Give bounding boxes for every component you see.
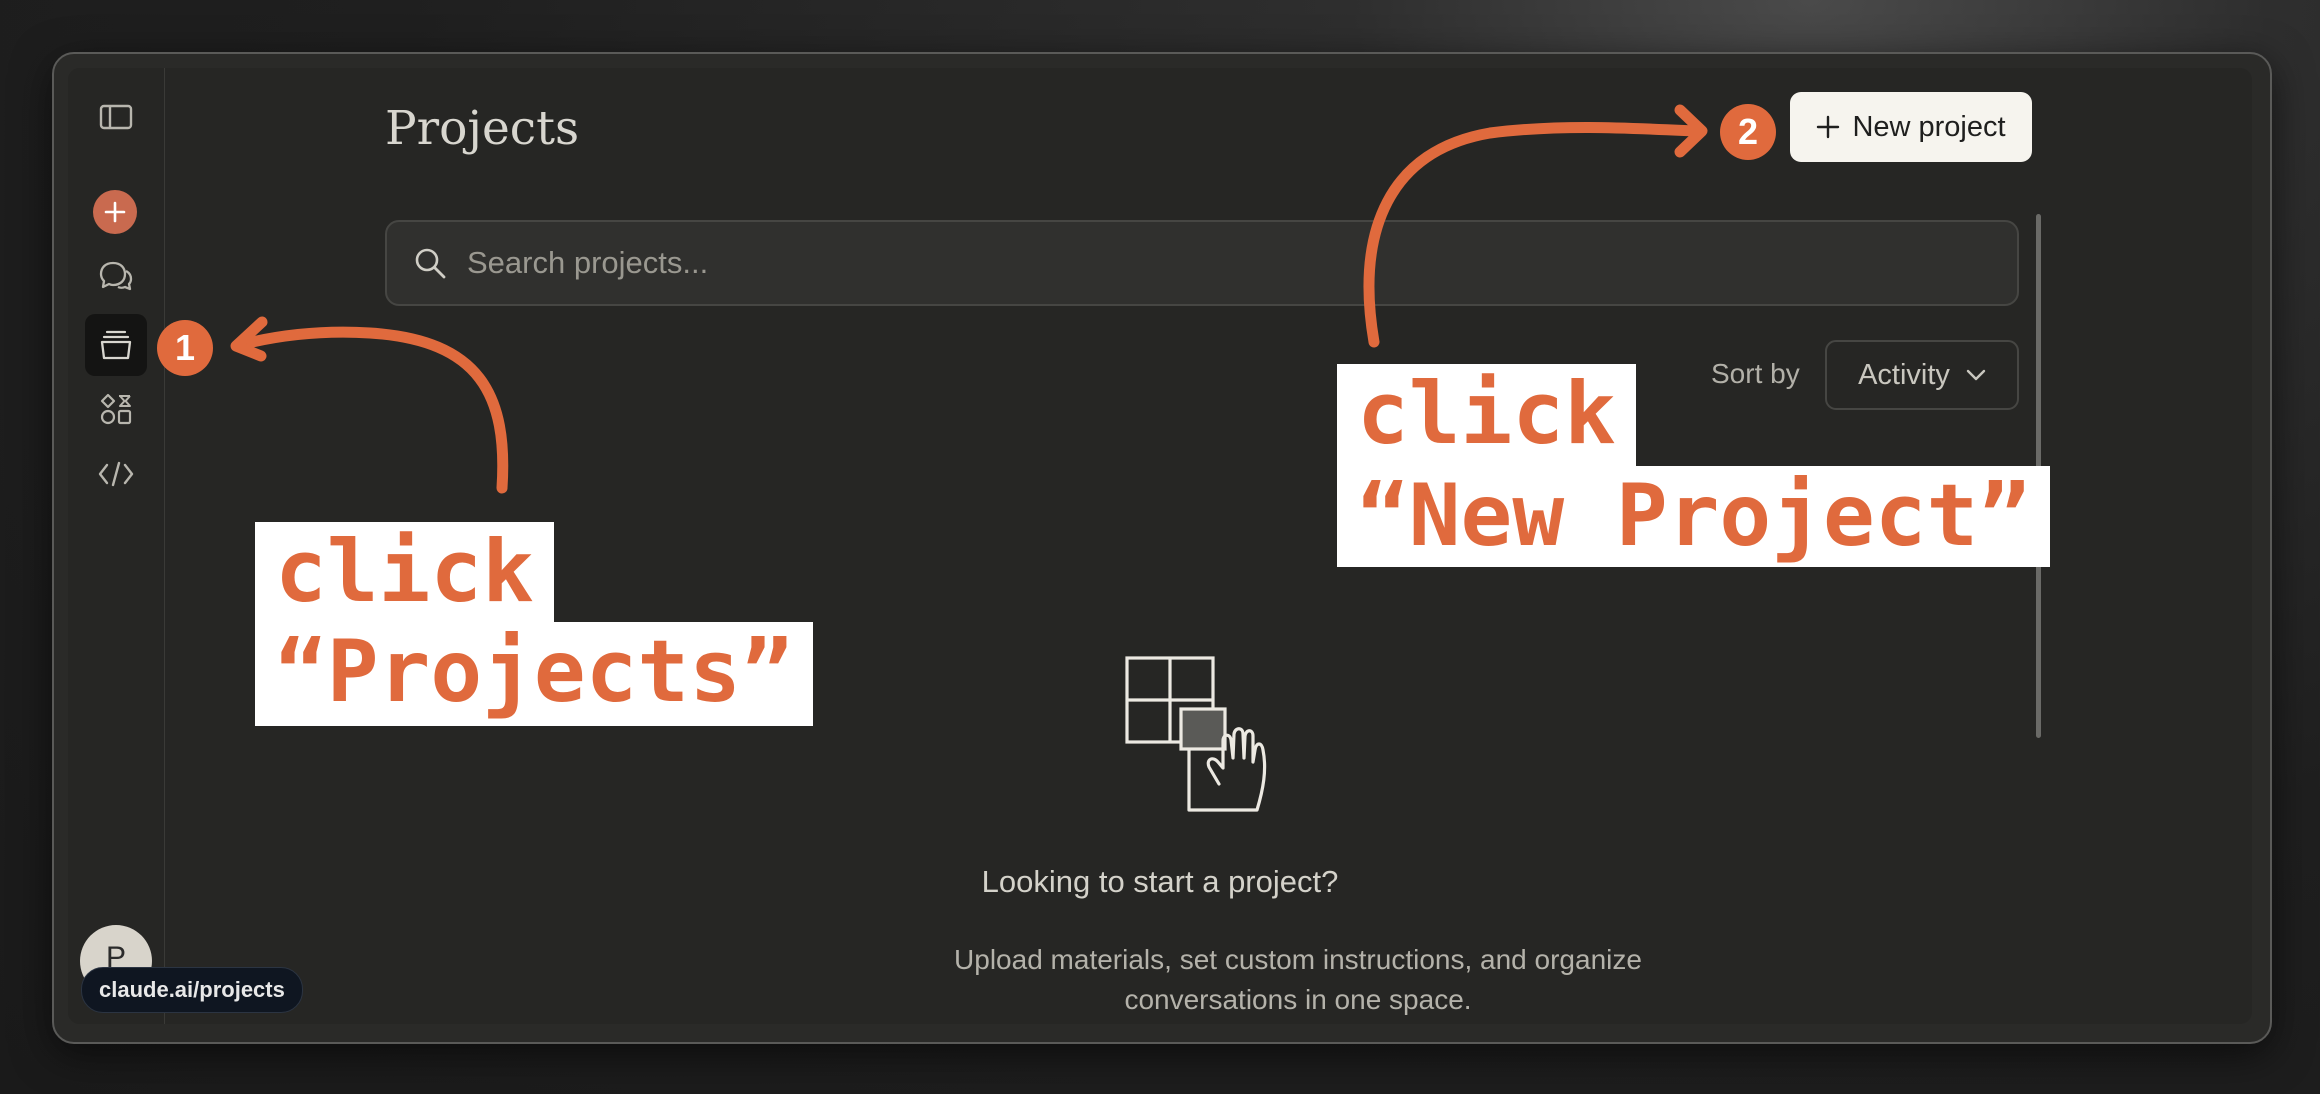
callout-step1-line2: “Projects” [255, 622, 813, 726]
annotation-arrow-2 [1363, 121, 1700, 348]
callout-step1-line1: click [255, 522, 554, 622]
step-1-badge: 1 [157, 320, 213, 376]
callout-step2-line2: “New Project” [1337, 466, 2051, 567]
annotation-arrow-1 [234, 326, 509, 494]
callout-step2-line1: click [1337, 364, 1636, 466]
step-2-badge: 2 [1720, 104, 1776, 160]
